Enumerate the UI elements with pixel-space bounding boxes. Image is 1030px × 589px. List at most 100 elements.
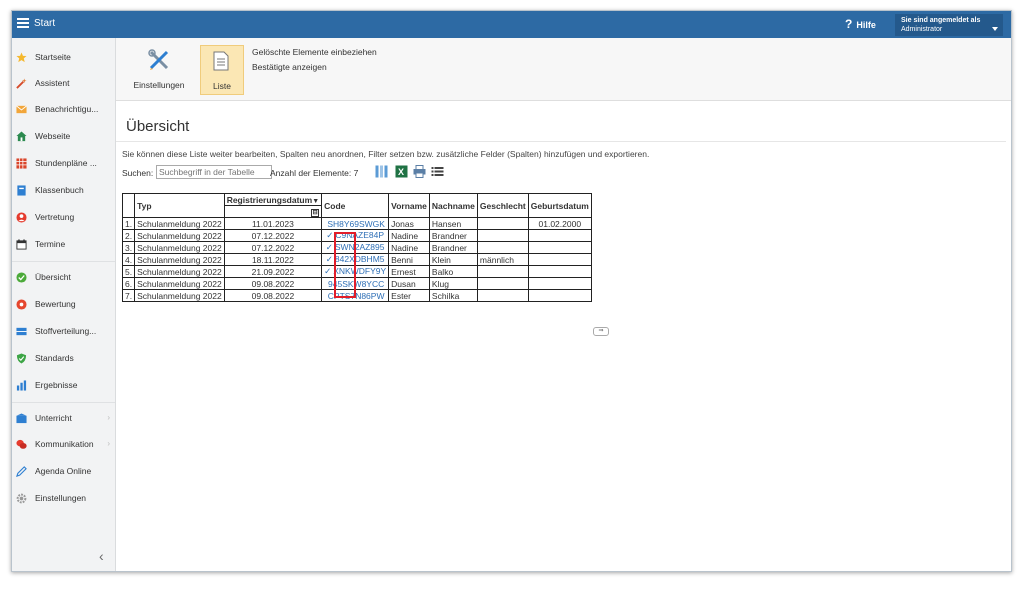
cell-typ: Schulanmeldung 2022 (134, 253, 225, 266)
sidebar-item-label: Termine (35, 239, 66, 249)
app-window: Start ? Hilfe Sie sind angemeldet als Adm… (11, 10, 1012, 572)
sidebar-item-stundenplaene[interactable]: Stundenpläne ... (12, 154, 115, 174)
sidebar-item-vertretung[interactable]: Vertretung (12, 208, 115, 228)
cell-geschlecht (476, 241, 529, 254)
settings-button[interactable]: Einstellungen (130, 45, 188, 93)
star-icon (16, 52, 27, 63)
sidebar-item-stoffverteilung[interactable]: Stoffverteilung... (12, 322, 115, 342)
sidebar-item-benachrichtigungen[interactable]: Benachrichtigu... (12, 100, 115, 120)
shield-icon (16, 353, 27, 364)
cell-datum: 11.01.2023 (223, 217, 323, 230)
cell-nachname: Brandner (428, 241, 478, 254)
sidebar-item-klassenbuch[interactable]: Klassenbuch (12, 181, 115, 201)
page-title: Übersicht (126, 118, 190, 135)
cell-geschlecht (476, 277, 529, 290)
include-deleted-toggle[interactable]: Gelöschte Elemente einbeziehen (252, 47, 377, 57)
column-header-code[interactable]: Code (321, 193, 390, 218)
list-view-icon[interactable] (431, 165, 444, 178)
checkmark-highlight-box (334, 232, 356, 298)
columns-icon[interactable] (375, 165, 388, 178)
settings-button-label: Einstellungen (133, 80, 185, 90)
sidebar-item-startseite[interactable]: Startseite (12, 48, 115, 68)
chevron-right-icon: › (107, 439, 110, 448)
sidebar-item-label: Einstellungen (35, 493, 87, 503)
sidebar-divider (12, 402, 115, 403)
cell-vorname: Jonas (388, 217, 430, 230)
column-header-nachname[interactable]: Nachname (428, 193, 478, 218)
person-icon (16, 212, 27, 223)
date-filter-cell: ⊟ (223, 205, 323, 218)
sidebar-item-unterricht[interactable]: Unterricht › (12, 409, 115, 429)
excel-export-icon[interactable]: X (395, 165, 408, 178)
cell-vorname: Nadine (388, 229, 430, 242)
cell-nachname: Klug (428, 277, 478, 290)
cell-vorname: Dusan (388, 277, 430, 290)
main-content: Übersicht Sie können diese Liste weiter … (116, 101, 1011, 571)
search-input[interactable] (156, 165, 272, 179)
check-circle-icon (16, 272, 27, 283)
sidebar-item-webseite[interactable]: Webseite (12, 127, 115, 147)
distribution-icon (16, 327, 27, 336)
sidebar-item-agenda-online[interactable]: Agenda Online (12, 462, 115, 482)
column-header-label: Nachname (431, 200, 475, 211)
column-header-label: Geschlecht (479, 200, 526, 211)
app-title: Start (34, 18, 56, 29)
column-header-registrierungsdatum[interactable]: Registrierungsdatum▼ (223, 193, 323, 206)
code-link[interactable]: SH8Y69SWGK (327, 219, 385, 229)
gear-icon (16, 493, 27, 504)
cell-datum: 09.08.2022 (223, 277, 323, 290)
envelope-icon (16, 105, 27, 114)
column-header-geschlecht[interactable]: Geschlecht (476, 193, 529, 218)
collapse-sidebar-button[interactable]: ‹ (99, 548, 104, 564)
document-list-icon (213, 51, 229, 71)
user-menu-name: Administrator (901, 26, 943, 33)
sidebar-item-label: Benachrichtigu... (35, 104, 99, 114)
cell-geburtsdatum (527, 253, 592, 266)
cell-code[interactable]: SH8Y69SWGK (321, 217, 390, 230)
sidebar-item-einstellungen[interactable]: Einstellungen (12, 489, 115, 509)
svg-text:X: X (398, 167, 404, 177)
sidebar-divider (12, 261, 115, 262)
sidebar-item-label: Agenda Online (35, 466, 92, 476)
column-header-geburtsdatum[interactable]: Geburtsdatum (527, 193, 592, 218)
cell-typ: Schulanmeldung 2022 (134, 229, 225, 242)
filter-icon[interactable]: ⊟ (311, 209, 320, 217)
confirmed-check-icon: ✓ (325, 254, 333, 264)
cell-nachname: Klein (428, 253, 478, 266)
cell-typ: Schulanmeldung 2022 (134, 241, 225, 254)
sidebar-item-standards[interactable]: Standards (12, 349, 115, 369)
table-header-row: Typ Registrierungsdatum▼ Code Vorname Na… (121, 193, 592, 218)
sidebar-item-ergebnisse[interactable]: Ergebnisse (12, 376, 115, 396)
table-row[interactable]: 2. Schulanmeldung 2022 07.12.2022 ✓ C9NAZ… (121, 229, 592, 242)
table-row[interactable]: 1. Schulanmeldung 2022 11.01.2023 SH8Y69… (121, 217, 592, 230)
sort-desc-icon: ▼ (312, 197, 320, 205)
table-row[interactable]: 5. Schulanmeldung 2022 21.09.2022 ✓ XNKWD… (121, 265, 592, 278)
table-row[interactable]: 6. Schulanmeldung 2022 09.08.2022 945SKW… (121, 277, 592, 290)
sidebar-item-kommunikation[interactable]: Kommunikation › (12, 435, 115, 455)
title-divider (116, 141, 1006, 142)
sidebar-item-bewertung[interactable]: Bewertung (12, 295, 115, 315)
column-header-typ[interactable]: Typ (134, 193, 225, 218)
cell-vorname: Ernest (388, 265, 430, 278)
table-row[interactable]: 4. Schulanmeldung 2022 18.11.2022 ✓ 842XD… (121, 253, 592, 266)
cell-vorname: Nadine (388, 241, 430, 254)
print-icon[interactable] (413, 165, 426, 178)
sidebar-item-label: Bewertung (35, 299, 76, 309)
table-row[interactable]: 7. Schulanmeldung 2022 09.08.2022 CPTS7N… (121, 289, 592, 302)
menu-icon[interactable] (17, 18, 29, 28)
row-number-header (121, 193, 136, 218)
sidebar-item-label: Unterricht (35, 413, 72, 423)
scroll-right-button[interactable]: ⇒ (593, 327, 609, 336)
sidebar-item-assistent[interactable]: Assistent (12, 74, 115, 94)
column-header-vorname[interactable]: Vorname (388, 193, 430, 218)
help-button[interactable]: ? Hilfe (845, 17, 876, 31)
chevron-down-icon (992, 27, 998, 31)
table-row[interactable]: 3. Schulanmeldung 2022 07.12.2022 ✓ SWN2A… (121, 241, 592, 254)
sidebar-item-termine[interactable]: Termine (12, 235, 115, 255)
column-header-label: Typ (137, 200, 152, 211)
list-button[interactable]: Liste (200, 45, 244, 95)
user-menu[interactable]: Sie sind angemeldet als Administrator (895, 14, 1003, 36)
cell-datum: 07.12.2022 (223, 229, 323, 242)
sidebar-item-uebersicht[interactable]: Übersicht (12, 268, 115, 288)
show-confirmed-toggle[interactable]: Bestätigte anzeigen (252, 62, 327, 72)
